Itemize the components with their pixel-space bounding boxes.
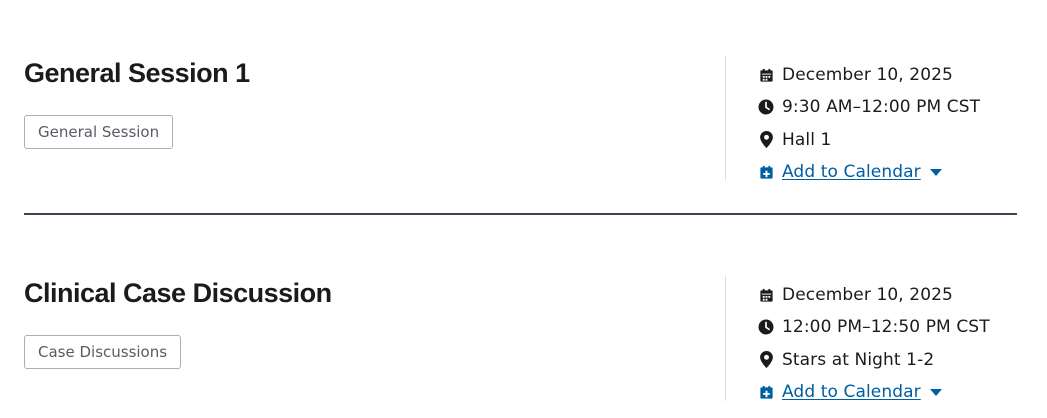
vertical-divider: [725, 276, 726, 401]
session-time-text: 9:30 AM–12:00 PM CST: [782, 97, 981, 118]
add-to-calendar-link[interactable]: Add to Calendar: [782, 162, 921, 182]
clock-icon: [758, 319, 774, 335]
session-title[interactable]: General Session 1: [24, 58, 250, 89]
calendar-add-icon: [758, 384, 774, 400]
session-date: December 10, 2025: [758, 279, 1018, 311]
session-time: 9:30 AM–12:00 PM CST: [758, 91, 1018, 123]
caret-down-icon[interactable]: [929, 168, 942, 176]
map-pin-icon: [758, 131, 774, 149]
session-details: December 10, 2025 9:30 AM–12:00 PM CST H…: [758, 59, 1018, 188]
session-card: Clinical Case Discussion Case Discussion…: [24, 276, 1017, 406]
calendar-add-icon: [758, 164, 774, 180]
session-location-text: Hall 1: [782, 129, 832, 150]
clock-icon: [758, 99, 774, 115]
session-location: Hall 1: [758, 124, 1018, 156]
session-divider: [24, 213, 1017, 215]
session-location-text: Stars at Night 1-2: [782, 349, 935, 370]
session-list: General Session 1 General Session Decemb…: [0, 0, 1047, 418]
session-location: Stars at Night 1-2: [758, 344, 1018, 376]
session-date-text: December 10, 2025: [782, 285, 953, 306]
session-title[interactable]: Clinical Case Discussion: [24, 278, 332, 309]
map-pin-icon: [758, 351, 774, 369]
add-to-calendar-link[interactable]: Add to Calendar: [782, 382, 921, 402]
add-to-calendar-button[interactable]: Add to Calendar: [758, 156, 1018, 188]
session-time-text: 12:00 PM–12:50 PM CST: [782, 317, 990, 338]
add-to-calendar-button[interactable]: Add to Calendar: [758, 376, 1018, 408]
session-card: General Session 1 General Session Decemb…: [24, 56, 1017, 186]
calendar-icon: [758, 287, 774, 303]
session-time: 12:00 PM–12:50 PM CST: [758, 311, 1018, 343]
vertical-divider: [725, 56, 726, 181]
calendar-icon: [758, 67, 774, 83]
session-type-tag[interactable]: Case Discussions: [24, 335, 182, 369]
session-details: December 10, 2025 12:00 PM–12:50 PM CST …: [758, 279, 1018, 408]
session-type-tag[interactable]: General Session: [24, 115, 174, 149]
session-date-text: December 10, 2025: [782, 65, 953, 86]
caret-down-icon[interactable]: [929, 388, 942, 396]
session-date: December 10, 2025: [758, 59, 1018, 91]
